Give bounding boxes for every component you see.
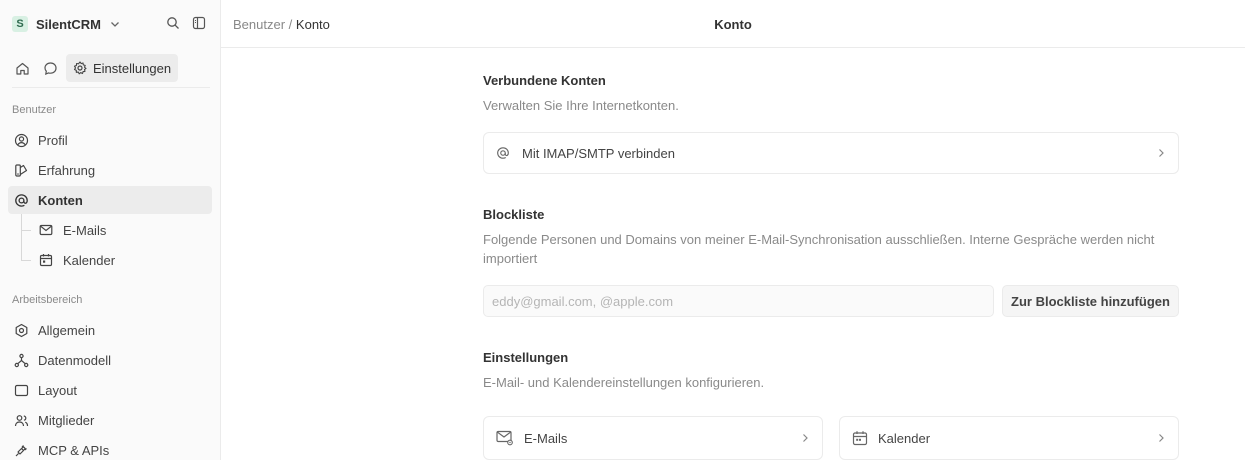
sidebar-item-label: Profil [38, 132, 68, 148]
calendar-icon [852, 430, 868, 446]
section-title-settings: Einstellungen [483, 350, 569, 365]
section-description-settings: E-Mail- und Kalendereinstellungen konfig… [483, 375, 765, 390]
calendar-settings-label: Kalender [878, 430, 931, 446]
chat-button[interactable] [38, 54, 62, 82]
hierarchy-icon [13, 352, 29, 368]
sidebar-divider [12, 87, 210, 88]
imap-connect-card[interactable]: Mit IMAP/SMTP verbinden [483, 132, 1179, 174]
gear-icon [73, 61, 87, 75]
workspace-logo: S [12, 16, 28, 32]
sidebar-item-datenmodell[interactable]: Datenmodell [8, 346, 212, 374]
section-description-blocklist: Folgende Personen und Domains von meiner… [483, 232, 1155, 266]
emails-settings-label: E-Mails [524, 430, 568, 446]
calendar-icon [38, 252, 54, 268]
tree-connector [21, 214, 22, 260]
blocklist-input[interactable] [483, 285, 994, 317]
home-icon [15, 61, 30, 76]
chevron-down-icon [109, 18, 121, 30]
sidebar-item-label: Datenmodell [38, 352, 111, 368]
tree-connector [21, 230, 31, 231]
add-to-blocklist-button[interactable]: Zur Blockliste hinzufügen [1002, 285, 1179, 317]
workspace-name: SilentCRM [36, 16, 101, 32]
chat-bubble-icon [43, 61, 58, 76]
page-title: Konto [714, 17, 752, 32]
search-icon[interactable] [166, 16, 180, 30]
home-button[interactable] [10, 54, 34, 82]
sidebar-item-profil[interactable]: Profil [8, 126, 212, 154]
mail-settings-icon [496, 430, 514, 446]
sidebar-item-label: Layout [38, 382, 78, 398]
section-title-connected: Verbundene Konten [483, 73, 606, 88]
section-label-workspace: Arbeitsbereich [12, 294, 83, 306]
at-icon [13, 192, 29, 208]
sidebar: S SilentCRM Einstellungen Benutzer Profi… [0, 0, 221, 460]
imap-connect-label: Mit IMAP/SMTP verbinden [522, 145, 675, 161]
tree-connector [21, 260, 31, 261]
mail-icon [38, 222, 54, 238]
hexagon-icon [13, 322, 29, 338]
top-bar: Benutzer / Konto Konto [221, 0, 1245, 48]
sidebar-item-label: E-Mails [63, 222, 107, 238]
chevron-right-icon [1156, 148, 1166, 158]
sidebar-item-mcp-apis[interactable]: MCP & APIs [8, 436, 212, 460]
sidebar-item-label: MCP & APIs [38, 442, 110, 458]
sidebar-item-label: Mitglieder [38, 412, 95, 428]
sidebar-item-erfahrung[interactable]: Erfahrung [8, 156, 212, 184]
users-icon [13, 412, 29, 428]
workspace-switcher[interactable]: S SilentCRM [12, 14, 121, 34]
sidebar-item-mitglieder[interactable]: Mitglieder [8, 406, 212, 434]
section-label-user: Benutzer [12, 104, 57, 116]
section-description-connected: Verwalten Sie Ihre Internetkonten. [483, 98, 679, 113]
sidebar-item-emails[interactable]: E-Mails [32, 216, 212, 244]
sidebar-item-kalender[interactable]: Kalender [32, 246, 212, 274]
sidebar-item-label: Allgemein [38, 322, 96, 338]
settings-tab[interactable]: Einstellungen [66, 54, 179, 82]
sidebar-collapse-icon[interactable] [192, 16, 206, 30]
section-title-blocklist: Blockliste [483, 207, 545, 222]
sidebar-item-konten[interactable]: Konten [8, 186, 212, 214]
sidebar-item-label: Konten [38, 192, 83, 208]
chevron-right-icon [1156, 433, 1166, 443]
appearance-icon [13, 162, 29, 178]
calendar-settings-card[interactable]: Kalender [839, 416, 1179, 460]
chevron-right-icon [800, 433, 810, 443]
settings-tab-label: Einstellungen [93, 60, 172, 76]
sidebar-item-label: Kalender [63, 252, 116, 268]
sidebar-item-layout[interactable]: Layout [8, 376, 212, 404]
sidebar-item-allgemein[interactable]: Allgemein [8, 316, 212, 344]
plug-icon [13, 442, 29, 458]
sidebar-item-label: Erfahrung [38, 162, 96, 178]
emails-settings-card[interactable]: E-Mails [483, 416, 823, 460]
at-icon [496, 146, 510, 160]
layout-icon [13, 382, 29, 398]
user-circle-icon [13, 132, 29, 148]
